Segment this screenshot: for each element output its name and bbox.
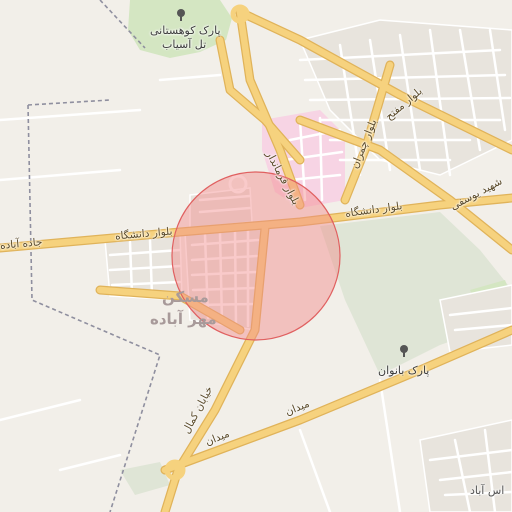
label-park-banovan: پارک بانوان xyxy=(378,364,430,377)
map-canvas[interactable] xyxy=(0,0,512,512)
label-mountain-park: پارک کوهستانی xyxy=(150,24,221,37)
label-bottom-right: اس آباد xyxy=(470,484,505,497)
label-mehr-abadeh: مهر آباده xyxy=(150,310,217,328)
map-view[interactable]: پارک کوهستانی تل آسیاب بلوار مفتح بلوار … xyxy=(0,0,512,512)
label-maskan: مسکن xyxy=(162,288,209,306)
label-tal-asiab: تل آسیاب xyxy=(162,38,207,51)
